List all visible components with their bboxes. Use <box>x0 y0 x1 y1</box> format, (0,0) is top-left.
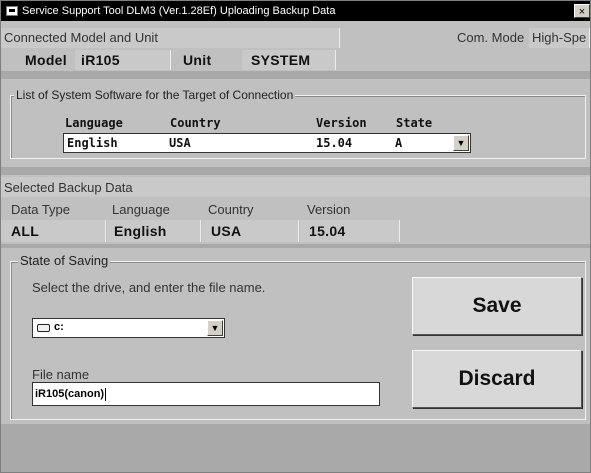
backup-col-data-type: Data Type <box>11 202 71 217</box>
connected-section: Connected Model and Unit Com. Mode High-… <box>1 21 590 71</box>
backup-col-version: Version <box>307 202 351 217</box>
drive-value: c: <box>54 321 64 333</box>
backup-heading: Selected Backup Data <box>4 180 133 195</box>
model-label: Model <box>25 52 67 68</box>
saving-instruction: Select the drive, and enter the file nam… <box>32 280 266 295</box>
com-mode-value: High-Spe <box>532 30 587 45</box>
separator-band <box>1 71 590 79</box>
backup-version: 15.04 <box>309 223 346 239</box>
model-value: iR105 <box>81 52 120 68</box>
chevron-down-icon[interactable]: ▼ <box>207 320 223 336</box>
com-mode-label: Com. Mode <box>457 30 525 45</box>
separator-band-2 <box>1 167 590 175</box>
saving-title: State of Saving <box>18 253 111 268</box>
file-name-value: iR105(canon) <box>35 388 105 400</box>
drive-icon <box>37 324 50 332</box>
file-name-input[interactable]: iR105(canon) <box>32 382 380 406</box>
connected-heading: Connected Model and Unit <box>4 30 158 45</box>
connected-heading-box: Connected Model and Unit <box>1 28 340 48</box>
backup-col-country: Country <box>208 202 254 217</box>
software-country: USA <box>169 136 191 150</box>
backup-language-box: English <box>107 220 201 242</box>
save-button[interactable]: Save <box>412 277 582 335</box>
backup-data-type: ALL <box>11 223 40 239</box>
saving-panel: State of Saving Select the drive, and en… <box>1 248 590 424</box>
unit-value: SYSTEM <box>251 52 311 68</box>
drive-select[interactable]: c: ▼ <box>32 318 225 338</box>
window: Service Support Tool DLM3 (Ver.1.28Ef) U… <box>0 0 591 473</box>
text-cursor <box>105 387 107 401</box>
backup-version-box: 15.04 <box>300 220 400 242</box>
software-version: 15.04 <box>316 136 353 150</box>
col-header-state: State <box>396 116 433 130</box>
close-button[interactable]: × <box>574 4 590 18</box>
backup-country: USA <box>211 223 242 239</box>
model-value-box: iR105 <box>75 50 171 70</box>
app-icon <box>6 6 18 16</box>
col-header-version: Version <box>316 116 367 130</box>
window-title: Service Support Tool DLM3 (Ver.1.28Ef) U… <box>22 5 336 17</box>
software-language: English <box>67 136 118 150</box>
backup-language: English <box>114 223 167 239</box>
chevron-down-icon[interactable]: ▼ <box>453 135 469 151</box>
backup-col-language: Language <box>112 202 170 217</box>
software-state: A <box>395 136 403 150</box>
title-bar: Service Support Tool DLM3 (Ver.1.28Ef) U… <box>1 1 590 21</box>
backup-data-type-box: ALL <box>1 220 106 242</box>
com-mode-box: High-Spe <box>529 28 590 48</box>
unit-value-box: SYSTEM <box>242 50 336 70</box>
backup-heading-box: Selected Backup Data <box>1 177 590 197</box>
system-software-panel: List of System Software for the Target o… <box>1 79 590 167</box>
col-header-language: Language <box>65 116 123 130</box>
unit-label: Unit <box>183 52 212 68</box>
col-header-country: Country <box>170 116 221 130</box>
backup-country-box: USA <box>202 220 299 242</box>
bottom-band <box>1 424 590 472</box>
backup-section: Selected Backup Data Data Type Language … <box>1 175 590 244</box>
discard-button[interactable]: Discard <box>412 350 582 408</box>
system-software-title: List of System Software for the Target o… <box>14 88 296 102</box>
software-select[interactable]: English USA 15.04 A ▼ <box>63 133 471 153</box>
file-name-label: File name <box>32 367 90 382</box>
